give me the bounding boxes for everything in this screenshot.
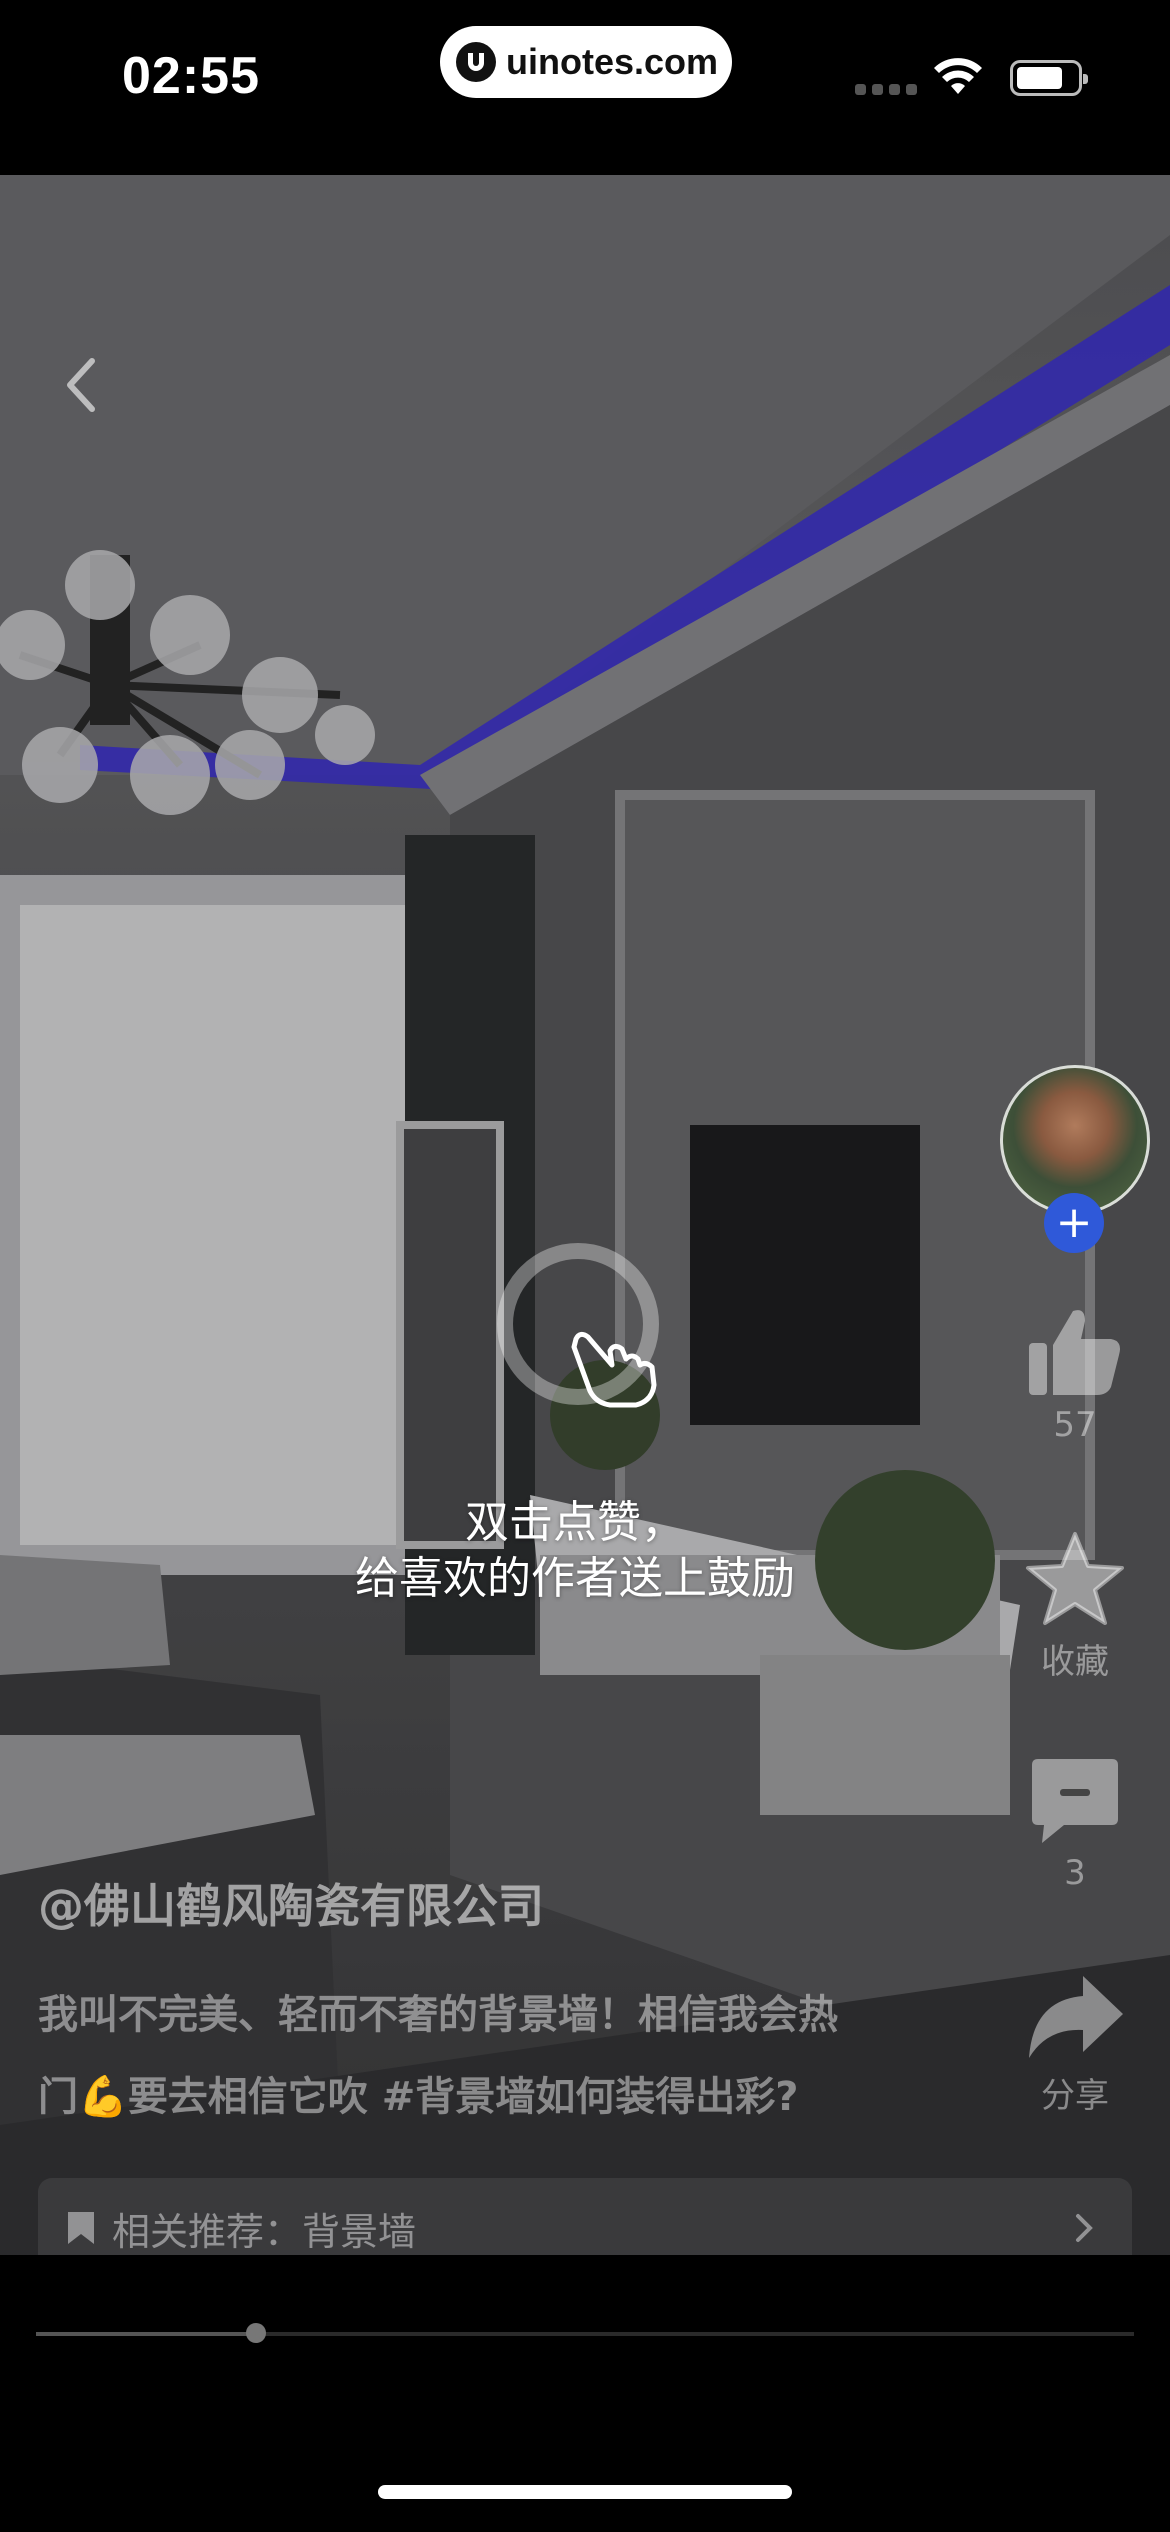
home-indicator — [378, 2485, 792, 2499]
favorite-label: 收藏 — [1041, 1642, 1109, 1682]
share-button[interactable]: 分享 — [1010, 1970, 1140, 2117]
bookmark-icon — [68, 2212, 94, 2244]
cellular-signal-icon — [855, 84, 917, 95]
hand-pointer-icon — [571, 1331, 657, 1408]
related-recommendation-bar[interactable]: 相关推荐：背景墙 — [38, 2178, 1132, 2255]
video-player[interactable]: 双击点赞， 给喜欢的作者送上鼓励 + 57 收藏 3 分享 @佛山鹤风陶瓷有限公… — [0, 175, 1170, 2255]
comment-icon — [1032, 1759, 1118, 1843]
post-description-line1: 我叫不完美、轻而不奢的背景墙！相信我会热 — [38, 1992, 838, 2038]
battery-icon — [1010, 60, 1088, 96]
post-description-line2: 门💪要去相信它吹 #背景墙如何装得出彩? — [38, 2074, 799, 2120]
like-count: 57 — [1053, 1405, 1097, 1445]
share-icon — [1029, 1976, 1123, 2058]
status-bar: 02:55 uinotes.com — [0, 0, 1170, 175]
author-avatar-group[interactable]: + — [1000, 1065, 1150, 1253]
site-logo-icon — [456, 42, 496, 82]
comment-count: 3 — [1064, 1853, 1086, 1893]
share-label: 分享 — [1041, 2076, 1109, 2116]
author-name[interactable]: @佛山鹤风陶瓷有限公司 — [38, 1870, 544, 1936]
chevron-right-icon — [1076, 2214, 1093, 2242]
wifi-icon — [934, 58, 982, 94]
player-bottom-bar — [0, 2255, 1170, 2532]
favorite-button[interactable]: 收藏 — [1010, 1530, 1140, 1683]
follow-button[interactable]: + — [1044, 1193, 1104, 1253]
double-tap-hint-line2: 给喜欢的作者送上鼓励 — [355, 1553, 795, 1604]
comment-button[interactable]: 3 — [1010, 1755, 1140, 1893]
site-name: uinotes.com — [506, 41, 719, 82]
status-time: 02:55 — [122, 47, 260, 105]
progress-knob[interactable] — [245, 2323, 266, 2343]
double-tap-hint-line1: 双击点赞， — [465, 1497, 685, 1548]
thumbs-up-icon — [1029, 1310, 1120, 1395]
related-recommendation-text: 相关推荐：背景墙 — [112, 2209, 417, 2254]
star-icon — [1026, 1532, 1124, 1625]
like-button[interactable]: 57 — [1010, 1305, 1140, 1445]
site-badge: uinotes.com — [440, 26, 732, 98]
muscle-emoji-icon: 💪 — [78, 2074, 128, 2120]
back-button[interactable] — [60, 355, 100, 415]
progress-bar[interactable] — [36, 2323, 1134, 2343]
